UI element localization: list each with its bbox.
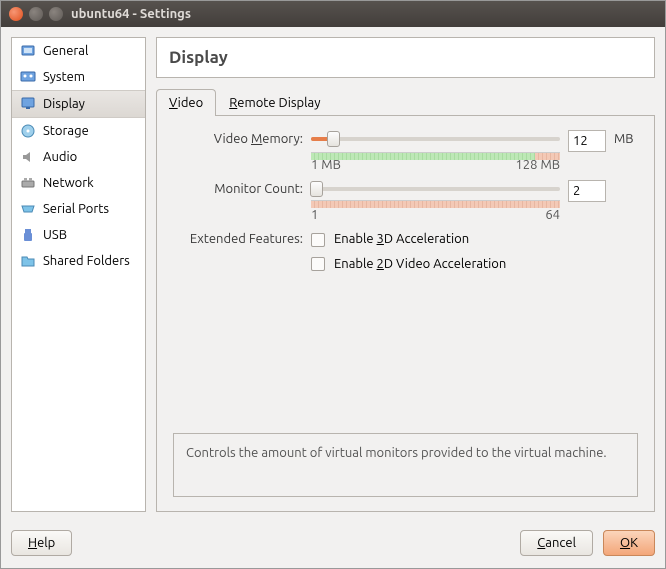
monitor-count-input[interactable] [568, 180, 606, 202]
sidebar-item-label: Display [43, 97, 85, 111]
video-memory-input[interactable] [568, 130, 606, 152]
tab-bar: VideoRemote Display [156, 88, 655, 116]
network-icon [20, 175, 36, 191]
sidebar-item-usb[interactable]: USB [12, 222, 145, 248]
extended-features-label: Extended Features: [173, 230, 303, 246]
window-title: ubuntu64 - Settings [71, 7, 191, 21]
video-memory-slider[interactable] [311, 130, 560, 148]
close-icon[interactable] [9, 7, 23, 21]
sidebar-item-label: Serial Ports [43, 202, 109, 216]
monitor-count-label: Monitor Count: [173, 180, 303, 196]
slider-thumb-icon[interactable] [310, 181, 323, 197]
sidebar-item-label: System [43, 70, 85, 84]
general-icon [20, 43, 36, 59]
serial-icon [20, 201, 36, 217]
ok-button[interactable]: OK [603, 530, 655, 556]
maximize-icon[interactable] [49, 7, 63, 21]
sidebar-item-label: Shared Folders [43, 254, 130, 268]
sidebar-item-label: Network [43, 176, 94, 190]
help-description: Controls the amount of virtual monitors … [173, 433, 638, 497]
sidebar-item-storage[interactable]: Storage [12, 118, 145, 144]
monitor-count-slider[interactable] [311, 180, 560, 198]
sidebar-item-display[interactable]: Display [12, 90, 145, 118]
sidebar-item-label: Audio [43, 150, 77, 164]
scale-invalid-icon [535, 152, 560, 160]
sidebar-item-general[interactable]: General [12, 38, 145, 64]
sidebar-item-label: General [43, 44, 88, 58]
video-memory-max: 128 MB [515, 158, 560, 172]
slider-thumb-icon[interactable] [327, 131, 340, 147]
sidebar: General System Display Storage Audio Network S… [11, 37, 146, 512]
sidebar-item-label: USB [43, 228, 67, 242]
tab-video[interactable]: Video [156, 89, 216, 116]
page-title: Display [156, 37, 655, 78]
sidebar-item-network[interactable]: Network [12, 170, 145, 196]
sidebar-item-audio[interactable]: Audio [12, 144, 145, 170]
video-memory-label: Video Memory: [173, 130, 303, 146]
video-memory-min: 1 MB [311, 158, 341, 172]
tab-video-content: Video Memory: [156, 116, 655, 512]
system-icon [20, 69, 36, 85]
scale-invalid-icon [311, 200, 560, 208]
usb-icon [20, 227, 36, 243]
titlebar[interactable]: ubuntu64 - Settings [1, 1, 665, 27]
enable-3d-checkbox[interactable]: Enable 3D Acceleration [311, 232, 638, 247]
sidebar-item-serial-ports[interactable]: Serial Ports [12, 196, 145, 222]
cancel-button[interactable]: Cancel [520, 530, 593, 556]
sidebar-item-system[interactable]: System [12, 64, 145, 90]
display-icon [20, 96, 36, 112]
storage-icon [20, 123, 36, 139]
sidebar-item-shared-folders[interactable]: Shared Folders [12, 248, 145, 274]
tab-remote-display[interactable]: Remote Display [216, 89, 333, 116]
monitor-count-max: 64 [545, 208, 560, 222]
minimize-icon[interactable] [29, 7, 43, 21]
checkbox-icon [311, 257, 325, 271]
monitor-count-min: 1 [311, 208, 318, 222]
help-button[interactable]: Help [11, 530, 72, 556]
scale-valid-icon [311, 152, 535, 160]
checkbox-icon [311, 233, 325, 247]
folder-icon [20, 253, 36, 269]
video-memory-unit: MB [614, 130, 638, 146]
enable-2d-checkbox[interactable]: Enable 2D Video Acceleration [311, 257, 638, 272]
audio-icon [20, 149, 36, 165]
sidebar-item-label: Storage [43, 124, 89, 138]
